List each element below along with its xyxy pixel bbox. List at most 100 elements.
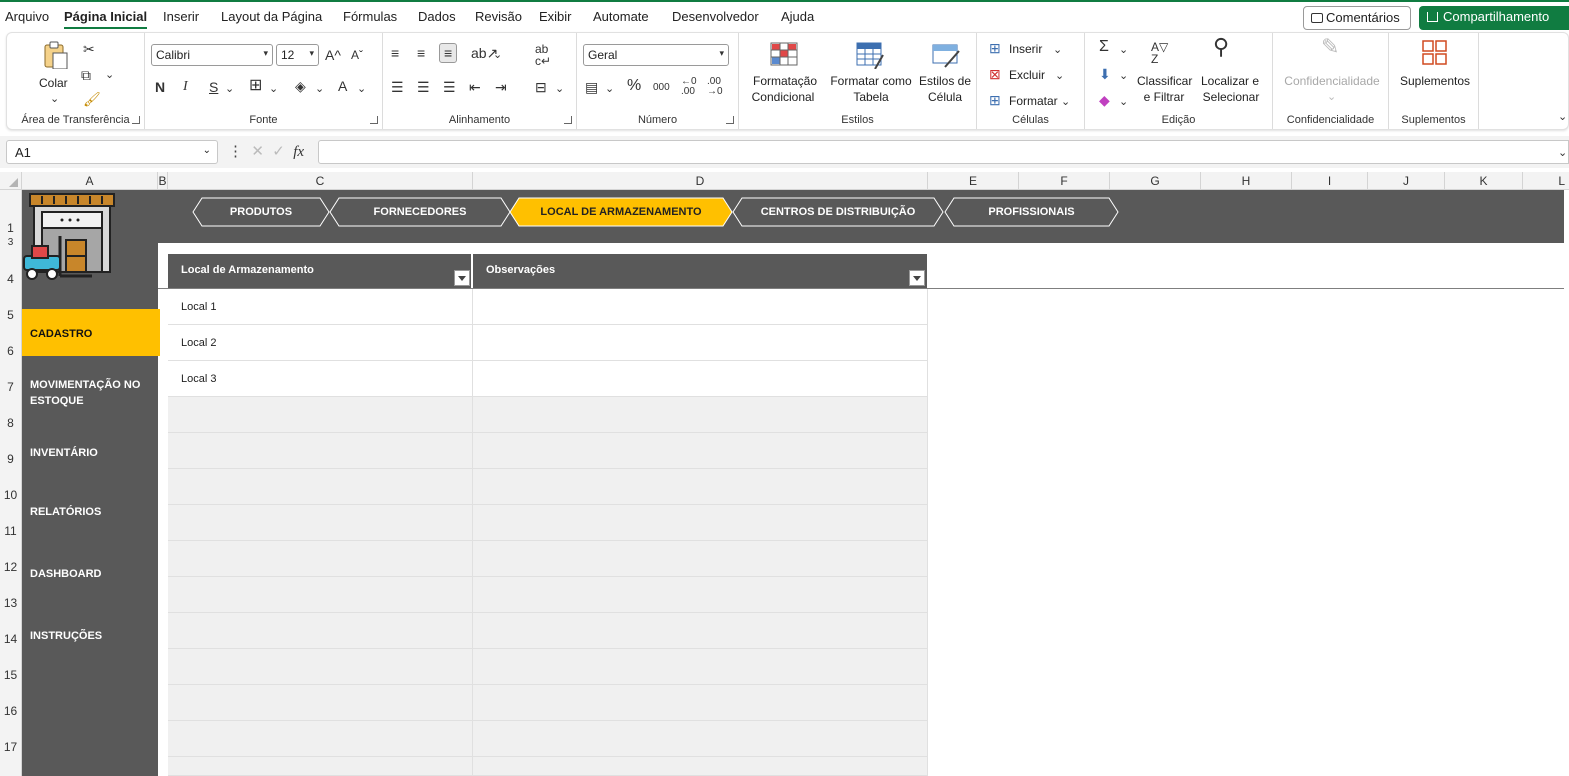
find-select-label-1[interactable]: Localizar e xyxy=(1197,73,1263,89)
empty-cell[interactable] xyxy=(168,649,473,685)
addins-icon[interactable] xyxy=(1421,39,1451,67)
copy-dropdown-icon[interactable]: ⌄ xyxy=(105,67,114,83)
align-right-icon[interactable]: ☰ xyxy=(443,79,456,95)
font-launcher-icon[interactable] xyxy=(370,116,378,124)
decrease-decimal-icon[interactable]: .00 →0 xyxy=(707,77,723,97)
align-top-icon[interactable]: ≡ xyxy=(391,45,399,61)
empty-cell[interactable] xyxy=(168,505,473,541)
paste-dropdown-icon[interactable]: ⌄ xyxy=(50,91,59,107)
borders-dropdown-icon[interactable]: ⌄ xyxy=(269,81,278,97)
merge-dropdown-icon[interactable]: ⌄ xyxy=(555,81,564,97)
paste-icon[interactable] xyxy=(41,41,71,69)
alignment-launcher-icon[interactable] xyxy=(564,116,572,124)
menu-inserir[interactable]: Inserir xyxy=(163,9,199,24)
format-dropdown-icon[interactable]: ⌄ xyxy=(1061,94,1070,110)
sort-filter-icon[interactable]: A▽ Z xyxy=(1151,41,1168,65)
row-header-13[interactable]: 13 xyxy=(0,596,21,610)
empty-cell[interactable] xyxy=(473,397,928,433)
fill-color-dropdown-icon[interactable]: ⌄ xyxy=(315,81,324,97)
col-header-l[interactable]: L xyxy=(1523,172,1569,190)
align-bottom-icon[interactable]: ≡ xyxy=(439,43,458,63)
align-left-icon[interactable]: ☰ xyxy=(391,79,404,95)
row-header-4[interactable]: 4 xyxy=(0,272,21,286)
empty-cell[interactable] xyxy=(168,613,473,649)
table-cell-local[interactable]: Local 2 xyxy=(168,325,473,361)
font-color-icon[interactable]: A xyxy=(338,78,347,94)
menu-ajuda[interactable]: Ajuda xyxy=(781,9,814,24)
menu-exibir[interactable]: Exibir xyxy=(539,9,572,24)
bold-button[interactable]: N xyxy=(155,79,165,95)
col-header-e[interactable]: E xyxy=(928,172,1019,190)
table-cell-local[interactable]: Local 3 xyxy=(168,361,473,397)
font-size-select[interactable]: 12 ▾ xyxy=(276,44,319,66)
empty-cell[interactable] xyxy=(168,397,473,433)
thousands-separator-button[interactable]: 000 xyxy=(653,80,670,96)
increase-decimal-icon[interactable]: ←0.00 xyxy=(681,77,697,97)
row-header-11[interactable]: 11 xyxy=(0,524,21,538)
fill-color-icon[interactable]: ◈ xyxy=(295,78,306,94)
nav-dashboard[interactable]: DASHBOARD xyxy=(22,566,158,582)
col-header-k[interactable]: K xyxy=(1445,172,1523,190)
increase-indent-icon[interactable]: ⇥ xyxy=(495,79,507,95)
orientation-dropdown-icon[interactable]: ⌄ xyxy=(493,47,502,63)
empty-cell[interactable] xyxy=(473,721,928,757)
cell-styles-icon[interactable] xyxy=(931,41,961,69)
currency-dropdown-icon[interactable]: ⌄ xyxy=(605,81,614,97)
col-header-i[interactable]: I xyxy=(1292,172,1368,190)
sensitivity-button-label[interactable]: Confidencialidade xyxy=(1281,73,1383,89)
more-options-icon[interactable]: ⋮ xyxy=(228,143,243,160)
empty-cell[interactable] xyxy=(168,685,473,721)
sort-filter-label-1[interactable]: Classificar xyxy=(1137,73,1192,89)
nav-cadastro[interactable]: CADASTRO xyxy=(22,309,160,356)
col-header-d[interactable]: D xyxy=(473,172,928,190)
table-cell-observacoes[interactable] xyxy=(473,325,928,361)
underline-button[interactable]: S xyxy=(209,79,218,95)
addins-button-label[interactable]: Suplementos xyxy=(1397,73,1473,89)
col-header-f[interactable]: F xyxy=(1019,172,1110,190)
clear-icon[interactable]: ◆ xyxy=(1099,92,1110,108)
col-header-h[interactable]: H xyxy=(1201,172,1292,190)
empty-cell[interactable] xyxy=(473,685,928,721)
sort-filter-label-2[interactable]: e Filtrar xyxy=(1137,89,1191,105)
row-header-7[interactable]: 7 xyxy=(0,380,21,394)
tab-profissionais[interactable]: PROFISSIONAIS xyxy=(944,197,1119,227)
insert-dropdown-icon[interactable]: ⌄ xyxy=(1053,42,1062,58)
nav-inventario[interactable]: INVENTÁRIO xyxy=(22,445,158,461)
conditional-formatting-icon[interactable] xyxy=(769,41,799,69)
format-cells-label[interactable]: Formatar xyxy=(1009,93,1058,109)
nav-movimentacao-estoque[interactable]: MOVIMENTAÇÃO NO ESTOQUE xyxy=(22,377,152,409)
currency-icon[interactable]: ▤ xyxy=(585,79,598,95)
expand-formula-bar-icon[interactable]: ⌄ xyxy=(1558,145,1567,161)
conditional-formatting-label-1[interactable]: Formatação xyxy=(751,73,819,89)
format-as-table-label-1[interactable]: Formatar como xyxy=(827,73,915,89)
table-cell-observacoes[interactable] xyxy=(473,361,928,397)
menu-automate[interactable]: Automate xyxy=(593,9,649,24)
nav-instrucoes[interactable]: INSTRUÇÕES xyxy=(22,628,158,644)
empty-cell[interactable] xyxy=(168,577,473,613)
empty-cell[interactable] xyxy=(473,505,928,541)
underline-dropdown-icon[interactable]: ⌄ xyxy=(225,81,234,97)
clear-dropdown-icon[interactable]: ⌄ xyxy=(1119,94,1128,110)
percent-button[interactable]: % xyxy=(627,78,641,94)
paste-label[interactable]: Colar xyxy=(39,75,68,91)
empty-cell[interactable] xyxy=(473,469,928,505)
row-header-16[interactable]: 16 xyxy=(0,704,21,718)
row-header-12[interactable]: 12 xyxy=(0,560,21,574)
enter-icon[interactable]: ✓ xyxy=(272,143,285,160)
empty-cell[interactable] xyxy=(473,757,928,776)
share-button[interactable]: Compartilhamento xyxy=(1419,6,1569,30)
row-header-8[interactable]: 8 xyxy=(0,416,21,430)
increase-font-icon[interactable]: A^ xyxy=(325,47,341,63)
tab-produtos[interactable]: PRODUTOS xyxy=(192,197,330,227)
chevron-down-icon[interactable]: ⌄ xyxy=(203,145,211,156)
filter-dropdown-icon[interactable] xyxy=(909,270,925,286)
cancel-icon[interactable]: ✕ xyxy=(251,143,264,160)
align-middle-icon[interactable]: ≡ xyxy=(417,45,425,61)
delete-cells-icon[interactable]: ⊠ xyxy=(989,66,1001,82)
cell-styles-label-1[interactable]: Estilos de xyxy=(917,73,973,89)
filter-dropdown-icon[interactable] xyxy=(454,270,470,286)
font-color-dropdown-icon[interactable]: ⌄ xyxy=(357,81,366,97)
formula-input[interactable] xyxy=(318,140,1569,164)
name-box[interactable]: A1 ⌄ xyxy=(6,140,218,164)
empty-cell[interactable] xyxy=(473,577,928,613)
